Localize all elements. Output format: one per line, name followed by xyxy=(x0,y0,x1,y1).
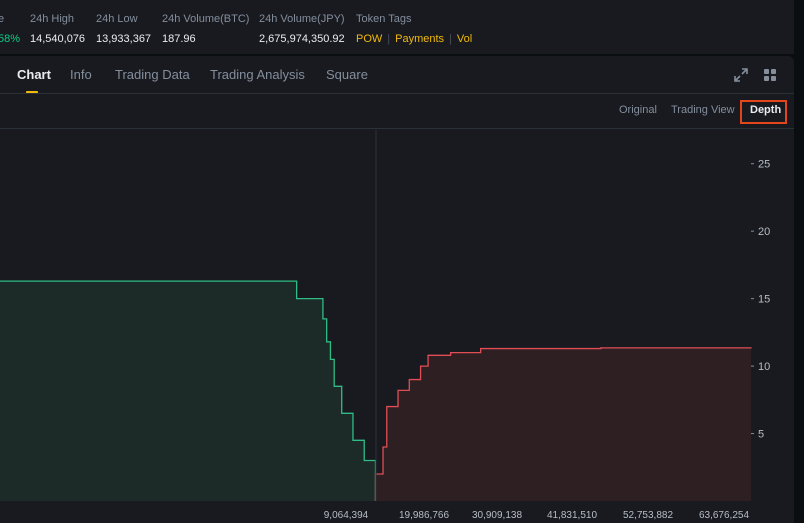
stat-label: e xyxy=(0,13,5,25)
stat-label: Token Tags xyxy=(356,13,412,25)
ticker-stats-bar: e 58% 24h High 14,540,076 24h Low 13,933… xyxy=(0,0,794,54)
tab-square[interactable]: Square xyxy=(326,67,368,82)
stat-value: 14,540,076 xyxy=(30,33,86,45)
x-tick-label: 63,676,254 xyxy=(699,510,749,521)
y-tick-label: 20 xyxy=(758,226,770,238)
stat-value: 2,675,974,350.92 xyxy=(259,33,345,45)
token-tag-list: POW | Payments | Vol xyxy=(356,33,472,45)
token-tag-pow[interactable]: POW xyxy=(356,33,382,45)
x-tick-label: 19,986,766 xyxy=(399,510,449,521)
stat-value: 187.96 xyxy=(162,33,196,45)
stat-value: 13,933,367 xyxy=(96,33,152,45)
token-tag-vol[interactable]: Vol xyxy=(457,33,472,45)
x-tick-label: 30,909,138 xyxy=(472,510,522,521)
tab-info[interactable]: Info xyxy=(70,67,92,82)
tag-separator: | xyxy=(387,33,391,45)
grid-layout-icon[interactable] xyxy=(763,68,777,82)
tag-separator: | xyxy=(449,33,452,45)
x-tick-label: 52,753,882 xyxy=(623,510,673,521)
tab-trading-data[interactable]: Trading Data xyxy=(115,67,190,82)
view-original-button[interactable]: Original xyxy=(619,104,657,116)
page-scrollbar-track[interactable] xyxy=(796,74,804,364)
stat-label: 24h Volume(JPY) xyxy=(259,13,345,25)
view-trading-view-button[interactable]: Trading View xyxy=(671,104,735,116)
depth-chart[interactable]: 5 10 15 20 25 9,064,394 19,986,766 30,909,138 41… xyxy=(0,130,794,523)
y-tick-label: 25 xyxy=(758,159,770,171)
tab-trading-analysis[interactable]: Trading Analysis xyxy=(210,67,305,82)
expand-icon[interactable] xyxy=(734,68,748,82)
depth-chart-svg: 5 10 15 20 25 9,064,394 19,986,766 30,909,138 41… xyxy=(0,130,770,521)
stat-label: 24h High xyxy=(30,13,75,25)
depth-highlight-box xyxy=(740,100,787,124)
x-tick-label: 9,064,394 xyxy=(324,510,369,521)
ask-depth-area xyxy=(375,347,751,501)
tab-chart[interactable]: Chart xyxy=(17,67,51,82)
stat-value: 58% xyxy=(0,33,21,45)
y-tick-label: 15 xyxy=(758,294,770,306)
stat-label: 24h Low xyxy=(96,13,138,25)
y-tick-label: 10 xyxy=(758,361,770,373)
tabs-divider xyxy=(0,93,794,94)
token-tag-payments[interactable]: Payments xyxy=(395,33,444,45)
bid-depth-area xyxy=(0,281,376,501)
x-tick-label: 41,831,510 xyxy=(547,510,597,521)
stat-label: 24h Volume(BTC) xyxy=(162,13,250,25)
toolbar-divider xyxy=(0,128,794,129)
y-tick-label: 5 xyxy=(758,429,764,441)
